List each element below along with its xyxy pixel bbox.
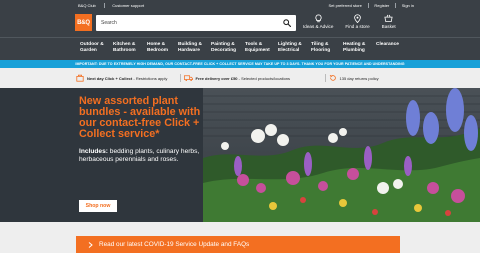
click-collect-icon (76, 74, 84, 82)
service-notice-banner: IMPORTANT: DUE TO EXTREMELY HIGH DEMAND,… (0, 60, 480, 68)
benefits-bar: Next day Click + Collect - Restrictions … (0, 68, 480, 88)
divider (367, 2, 369, 8)
top-links-left: B&Q Club Customer support (78, 1, 144, 9)
ideas-advice-button[interactable]: Ideas & Advice (303, 14, 333, 34)
site-header: B&Q Club Customer support Set preferred … (0, 0, 480, 37)
benefit-returns-text: 135 day returns policy (339, 75, 379, 81)
top-link-set-preferred-store[interactable]: Set preferred store (329, 3, 362, 8)
hero-garden-image[interactable] (203, 88, 480, 222)
hero-banner: New assorted plant bundles - available w… (0, 88, 480, 222)
benefit-returns[interactable]: 135 day returns policy (325, 74, 379, 82)
returns-icon (329, 74, 336, 81)
find-store-label: Find a store (345, 24, 370, 29)
nav-item-tiling-flooring[interactable]: Tiling & Flooring (311, 42, 330, 54)
basket-button[interactable]: Basket (382, 14, 396, 34)
nav-item-outdoor-garden[interactable]: Outdoor & Garden (80, 42, 104, 54)
benefit-click-collect[interactable]: Next day Click + Collect - Restrictions … (76, 74, 167, 82)
basket-icon (384, 14, 393, 23)
nav-item-painting-decorating[interactable]: Painting & Decorating (211, 42, 236, 54)
top-link-bq-club[interactable]: B&Q Club (78, 3, 96, 8)
header-tools: Ideas & Advice Find a store Basket (303, 14, 396, 34)
search-icon (283, 19, 291, 27)
top-link-register[interactable]: Register (374, 3, 389, 8)
benefit-free-delivery-text: - Selected products/locations (238, 75, 291, 81)
covid-update-text: Read our latest COVID-19 Service Update … (99, 241, 250, 248)
search-bar (96, 15, 296, 31)
nav-item-building-hardware[interactable]: Building & Hardware (178, 42, 202, 54)
nav-item-home-bedroom[interactable]: Home & Bedroom (147, 42, 168, 54)
top-links-right: Set preferred store Register Sign in (329, 1, 414, 9)
benefit-free-delivery-bold: Free delivery over £50 (195, 75, 238, 81)
divider (395, 2, 396, 8)
ideas-advice-label: Ideas & Advice (303, 24, 334, 29)
nav-item-heating-plumbing[interactable]: Heating & Plumbing (343, 42, 365, 54)
nav-item-lighting-electrical[interactable]: Lighting & Electrical (278, 42, 302, 54)
basket-label: Basket (381, 24, 396, 29)
bq-logo[interactable]: B&Q (75, 14, 92, 31)
nav-item-tools-equipment[interactable]: Tools & Equipment (245, 42, 270, 54)
chevron-right-icon (88, 241, 93, 248)
benefit-click-collect-text: - Restrictions apply (133, 75, 168, 81)
covid-update-link[interactable]: Read our latest COVID-19 Service Update … (76, 236, 400, 253)
nav-item-clearance[interactable]: Clearance (376, 42, 399, 48)
hero-text: New assorted plant bundles - available w… (79, 96, 219, 164)
top-link-sign-in[interactable]: Sign in (402, 3, 414, 8)
divider (325, 74, 326, 82)
divider (103, 2, 105, 8)
top-link-customer-support[interactable]: Customer support (112, 3, 144, 8)
search-button[interactable] (280, 16, 294, 30)
hero-subtitle: Includes: bedding plants, culinary herbs… (79, 148, 219, 164)
hero-includes-label: Includes: (79, 148, 108, 155)
bottom-section: Read our latest COVID-19 Service Update … (0, 222, 480, 253)
map-pin-icon (354, 14, 361, 23)
search-input[interactable] (96, 15, 280, 31)
shop-now-button[interactable]: Shop now (79, 200, 117, 212)
find-store-button[interactable]: Find a store (345, 14, 370, 34)
benefit-free-delivery[interactable]: Free delivery over £50 - Selected produc… (180, 74, 290, 82)
hero-title: New assorted plant bundles - available w… (79, 95, 201, 140)
delivery-truck-icon (183, 75, 193, 81)
nav-item-kitchen-bathroom[interactable]: Kitchen & Bathroom (113, 42, 136, 54)
lightbulb-icon (315, 14, 322, 23)
main-nav: Outdoor & Garden Kitchen & Bathroom Home &… (0, 37, 480, 59)
benefit-click-collect-bold: Next day Click + Collect (87, 75, 133, 81)
divider (180, 74, 181, 82)
